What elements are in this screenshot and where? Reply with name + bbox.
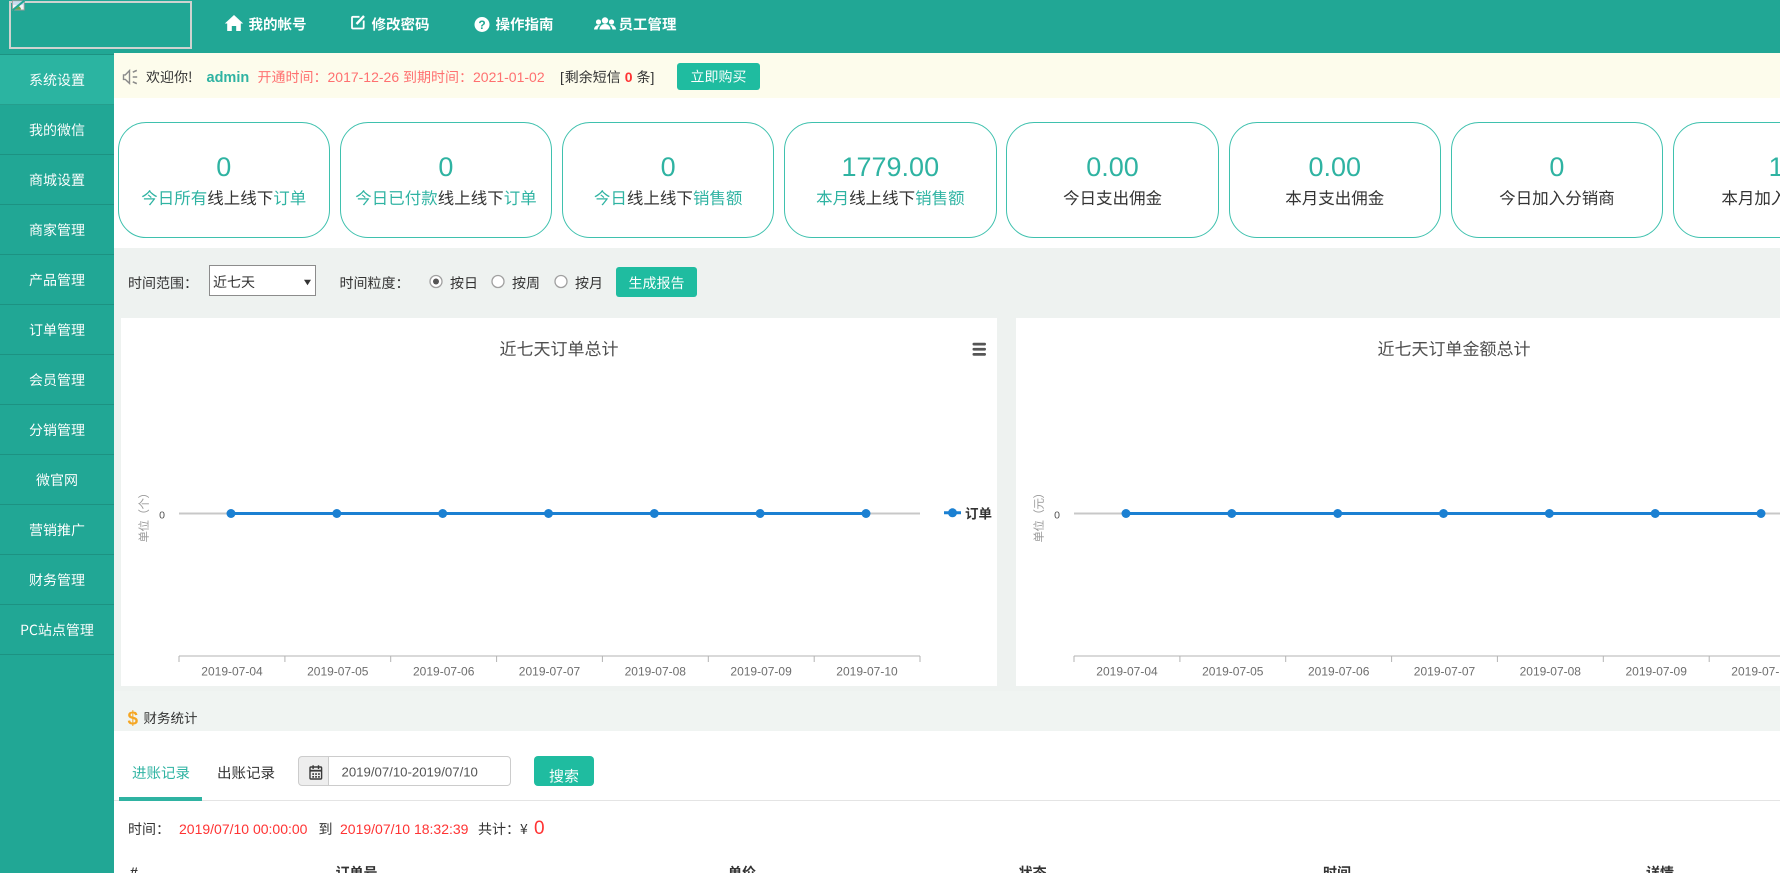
svg-text:2019/07/10 00:00:00: 2019/07/10 00:00:00 [179,821,308,837]
svg-text:#: # [130,864,138,873]
svg-text:0: 0 [534,818,545,839]
svg-text:2019/07/10 18:32:39: 2019/07/10 18:32:39 [340,821,469,837]
